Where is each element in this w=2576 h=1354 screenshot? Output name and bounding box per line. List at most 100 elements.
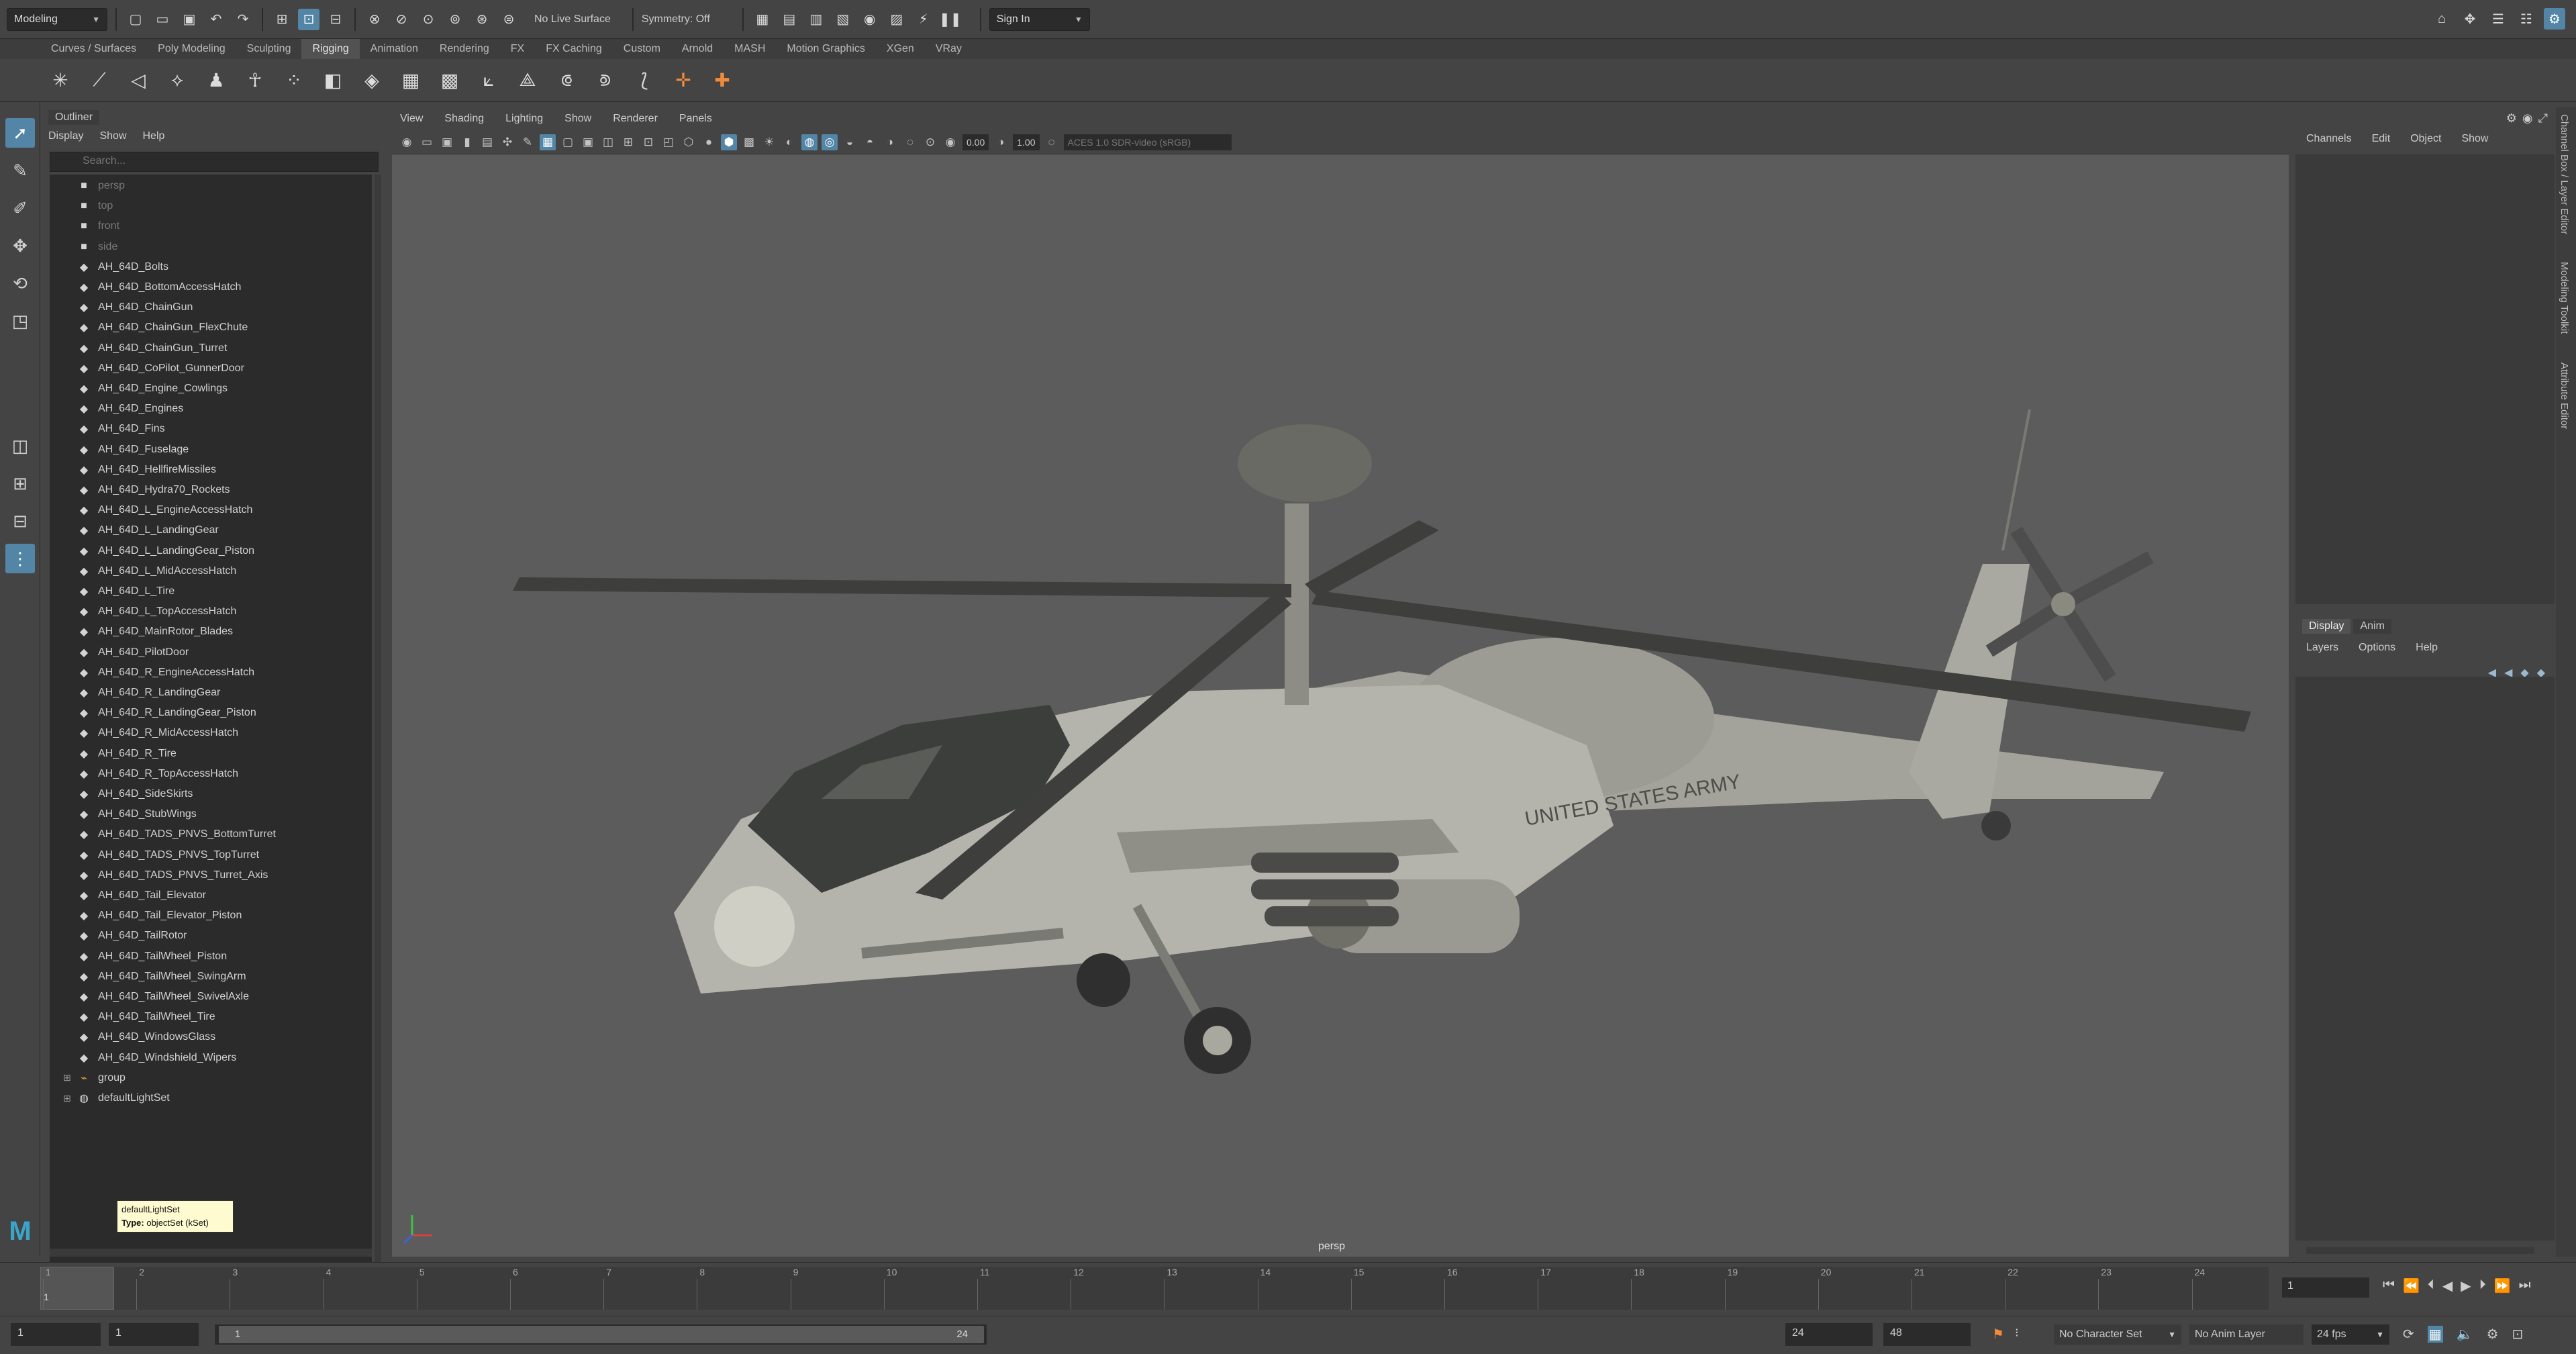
outliner-item-mesh[interactable]: ◆ AH_64D_Windshield_Wipers bbox=[50, 1048, 365, 1068]
gamma-icon[interactable]: ◑ bbox=[993, 134, 1009, 150]
shelf-tab-animation[interactable]: Animation bbox=[360, 39, 429, 59]
step-forward-key-icon[interactable]: ⏩ bbox=[2494, 1277, 2511, 1294]
channelbox-menu-object[interactable]: Object bbox=[2410, 133, 2441, 145]
layer-tab-display[interactable]: Display bbox=[2302, 619, 2351, 634]
snap-surface-icon[interactable]: ⊛ bbox=[471, 9, 493, 30]
2d-pan-icon[interactable]: ✣ bbox=[499, 134, 515, 150]
shelf-tab-fx[interactable]: FX bbox=[500, 39, 535, 59]
pole-vector-icon[interactable]: ⟅ bbox=[631, 67, 658, 94]
mode-dropdown[interactable]: Modeling ▼ bbox=[7, 7, 107, 31]
pause-icon[interactable]: ❚❚ bbox=[939, 9, 962, 30]
outliner-item-mesh[interactable]: ◆ AH_64D_TailWheel_SwivelAxle bbox=[50, 987, 365, 1007]
symmetry-label[interactable]: Symmetry: Off bbox=[642, 13, 710, 26]
locator-icon[interactable]: ✛ bbox=[670, 67, 697, 94]
open-scene-icon[interactable]: ▭ bbox=[152, 9, 173, 30]
skeleton-icon[interactable]: ☥ bbox=[242, 67, 268, 94]
channelbox-options-icon[interactable]: ⚙ bbox=[2506, 111, 2517, 126]
bookmark-icon[interactable]: ▮ bbox=[459, 134, 475, 150]
grease-pencil-icon[interactable]: ✎ bbox=[519, 134, 536, 150]
outliner-item-mesh[interactable]: ◆ AH_64D_StubWings bbox=[50, 804, 365, 824]
layer-menu-help[interactable]: Help bbox=[2416, 642, 2438, 654]
outliner-layout-icon[interactable]: ⋮ bbox=[5, 544, 35, 573]
lattice-icon[interactable]: ▦ bbox=[397, 67, 424, 94]
outliner-item-mesh[interactable]: ◆ AH_64D_R_EngineAccessHatch bbox=[50, 663, 365, 683]
outliner-item-mesh[interactable]: ◆ AH_64D_R_TopAccessHatch bbox=[50, 764, 365, 784]
lasso-tool-icon[interactable]: ✎ bbox=[5, 156, 35, 185]
snap-grid-icon[interactable]: ⊗ bbox=[364, 9, 385, 30]
viewport-menu-shading[interactable]: Shading bbox=[444, 113, 484, 125]
render-view-icon[interactable]: ▦ bbox=[752, 9, 773, 30]
outliner-menu-show[interactable]: Show bbox=[99, 130, 126, 142]
anim-layer-dropdown[interactable]: No Anim Layer bbox=[2189, 1324, 2303, 1345]
ik-handle-icon[interactable]: ⟋ bbox=[86, 67, 113, 94]
outliner-item-mesh[interactable]: ◆ AH_64D_Fuselage bbox=[50, 440, 365, 460]
viewport-menu-view[interactable]: View bbox=[400, 113, 423, 125]
outliner-item-mesh[interactable]: ◆ AH_64D_SideSkirts bbox=[50, 784, 365, 804]
playback-end-field[interactable]: 24 bbox=[1785, 1323, 1873, 1346]
select-object-icon[interactable]: ⊡ bbox=[298, 8, 319, 30]
go-to-start-icon[interactable]: ⏮ bbox=[2383, 1277, 2395, 1294]
outliner-item-mesh[interactable]: ◆ AH_64D_Engine_Cowlings bbox=[50, 379, 365, 399]
play-forwards-icon[interactable]: ▶ bbox=[2461, 1277, 2471, 1294]
outliner-search-input[interactable]: Search... bbox=[50, 152, 379, 172]
shelf-tab-vray[interactable]: VRay bbox=[925, 39, 973, 59]
use-all-lights-icon[interactable]: ☀ bbox=[761, 134, 777, 150]
channelbox-menu-edit[interactable]: Edit bbox=[2372, 133, 2391, 145]
play-backwards-icon[interactable]: ◀ bbox=[2442, 1277, 2453, 1294]
shelf-tab-xgen[interactable]: XGen bbox=[876, 39, 925, 59]
channelbox-float-icon[interactable]: ⤢ bbox=[2538, 111, 2548, 126]
side-tab-attribute-editor[interactable]: Attribute Editor bbox=[2559, 362, 2570, 429]
anim-prefs-icon[interactable]: ⊡ bbox=[2512, 1326, 2524, 1343]
select-camera-icon[interactable]: ◉ bbox=[399, 134, 415, 150]
camera-attributes-icon[interactable]: ▣ bbox=[439, 134, 455, 150]
parent-constraint-icon[interactable]: ⟄ bbox=[592, 67, 619, 94]
paint-select-icon[interactable]: ✐ bbox=[5, 193, 35, 223]
depth-of-field-icon[interactable]: ◓ bbox=[862, 134, 878, 150]
shelf-tab-sculpting[interactable]: Sculpting bbox=[236, 39, 302, 59]
outliner-item-mesh[interactable]: ◆ AH_64D_Tail_Elevator_Piston bbox=[50, 906, 365, 926]
isolate-select-icon[interactable]: ◑ bbox=[882, 134, 898, 150]
step-forward-frame-icon[interactable]: ⏵ bbox=[2479, 1277, 2486, 1294]
layer-horizontal-scrollbar[interactable] bbox=[2306, 1247, 2534, 1254]
outliner-horizontal-scrollbar[interactable] bbox=[50, 1249, 372, 1257]
outliner-item-mesh[interactable]: ◆ AH_64D_Engines bbox=[50, 399, 365, 419]
wireframe-icon[interactable]: ⬡ bbox=[681, 134, 697, 150]
outliner-item-mesh[interactable]: ◆ AH_64D_L_EngineAccessHatch bbox=[50, 500, 365, 520]
outliner-item-camera[interactable]: ■ persp bbox=[50, 176, 365, 196]
outliner-vertical-scrollbar[interactable] bbox=[375, 175, 381, 1262]
locator-scaled-icon[interactable]: ✚ bbox=[709, 67, 736, 94]
anti-aliasing-icon[interactable]: ◒ bbox=[842, 134, 858, 150]
playback-prefs-icon[interactable]: ⚙ bbox=[2487, 1326, 2499, 1343]
select-hierarchy-icon[interactable]: ⊞ bbox=[271, 9, 293, 30]
aim-constraint-icon[interactable]: ⟁ bbox=[514, 67, 541, 94]
snap-magnet-icon[interactable]: ⊜ bbox=[498, 9, 519, 30]
outliner-item-mesh[interactable]: ◆ AH_64D_ChainGun_Turret bbox=[50, 338, 365, 358]
paint-weights-icon[interactable]: ⁘ bbox=[281, 67, 307, 94]
render-sequence-icon[interactable]: ⚡ bbox=[913, 9, 934, 30]
outliner-item-mesh[interactable]: ◆ AH_64D_WindowsGlass bbox=[50, 1027, 365, 1047]
attribute-icon[interactable]: ☷ bbox=[2516, 8, 2537, 30]
scene-start-field[interactable]: 1 bbox=[11, 1323, 101, 1346]
xray-icon[interactable]: ◌ bbox=[902, 134, 918, 150]
select-component-icon[interactable]: ⊟ bbox=[325, 9, 346, 30]
step-back-key-icon[interactable]: ⏪ bbox=[2403, 1277, 2420, 1294]
shadows-icon[interactable]: ◐ bbox=[781, 134, 797, 150]
exposure-icon[interactable]: ◉ bbox=[942, 134, 958, 150]
home-icon[interactable]: ⌂ bbox=[2431, 8, 2453, 30]
wrap-icon[interactable]: ▩ bbox=[436, 67, 463, 94]
viewport-canvas[interactable]: UNITED STATES ARMY bbox=[392, 154, 2289, 1257]
current-frame-marker[interactable]: 1 bbox=[40, 1267, 114, 1310]
outliner-item-camera[interactable]: ■ side bbox=[50, 237, 365, 257]
move-tool-icon[interactable]: ✥ bbox=[2459, 8, 2481, 30]
resolution-gate-icon[interactable]: ▣ bbox=[580, 134, 596, 150]
outliner-item-mesh[interactable]: ◆ AH_64D_L_Tire bbox=[50, 581, 365, 601]
outliner-item-mesh[interactable]: ◆ AH_64D_L_TopAccessHatch bbox=[50, 601, 365, 622]
orient-constraint-icon[interactable]: ⟃ bbox=[553, 67, 580, 94]
image-plane-icon[interactable]: ▤ bbox=[479, 134, 495, 150]
outliner-menu-display[interactable]: Display bbox=[48, 130, 83, 142]
step-back-frame-icon[interactable]: ⏴ bbox=[2428, 1277, 2434, 1294]
field-chart-icon[interactable]: ⊞ bbox=[620, 134, 636, 150]
channelbox-menu-channels[interactable]: Channels bbox=[2306, 133, 2352, 145]
auto-key-icon[interactable]: ⚑ bbox=[1992, 1326, 2004, 1343]
shelf-tab-poly[interactable]: Poly Modeling bbox=[147, 39, 236, 59]
